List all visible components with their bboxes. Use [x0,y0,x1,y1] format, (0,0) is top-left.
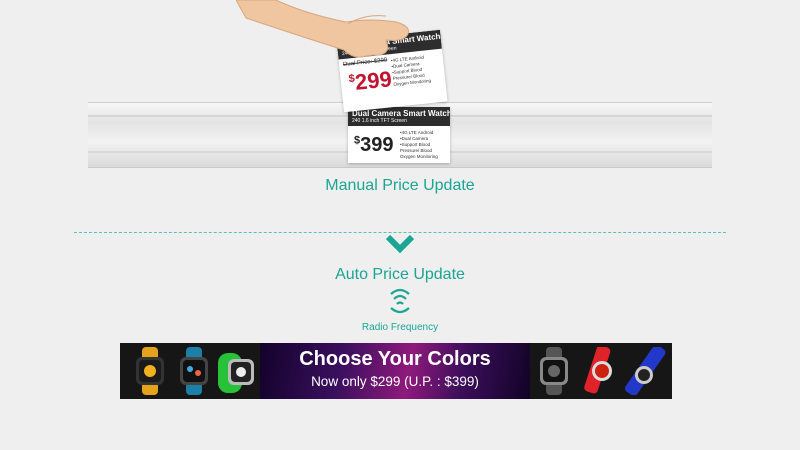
price-value: 399 [360,134,394,156]
smartwatch-icon [218,353,254,393]
banner-promo: Choose Your Colors Now only $299 (U.P. :… [260,343,530,399]
old-price: $299 [348,66,393,96]
smartwatch-icon [136,347,164,395]
digital-shelf-banner: Choose Your Colors Now only $299 (U.P. :… [120,343,672,399]
hand-icon [236,0,409,58]
price-value: 299 [353,66,393,95]
rf-label: Radio Frequency [361,322,439,333]
new-price-tag: Dual Camera Smart Watch 240 1.6 inch TFT… [348,107,450,163]
chevron-down-icon [385,234,415,254]
new-price: $399 [354,134,394,157]
feature-item: Oxygen Monitoring [400,154,438,159]
smartwatch-icon [540,347,568,395]
feature-list: •4G LTE Android •Dual Camera •Support Bl… [400,130,438,160]
auto-update-label: Auto Price Update [335,266,465,283]
banner-subtitle: Now only $299 (U.P. : $399) [311,374,479,389]
smartwatch-icon [624,347,666,395]
banner-title: Choose Your Colors [299,348,491,370]
tag-subtitle: 240 1.6 inch TFT Screen [352,118,407,124]
smartwatch-icon [584,347,612,394]
tag-title: Dual Camera Smart Watch [352,109,450,118]
manual-update-label: Manual Price Update [325,177,475,194]
radio-wave-icon [390,288,410,314]
smartwatch-icon [180,347,208,395]
